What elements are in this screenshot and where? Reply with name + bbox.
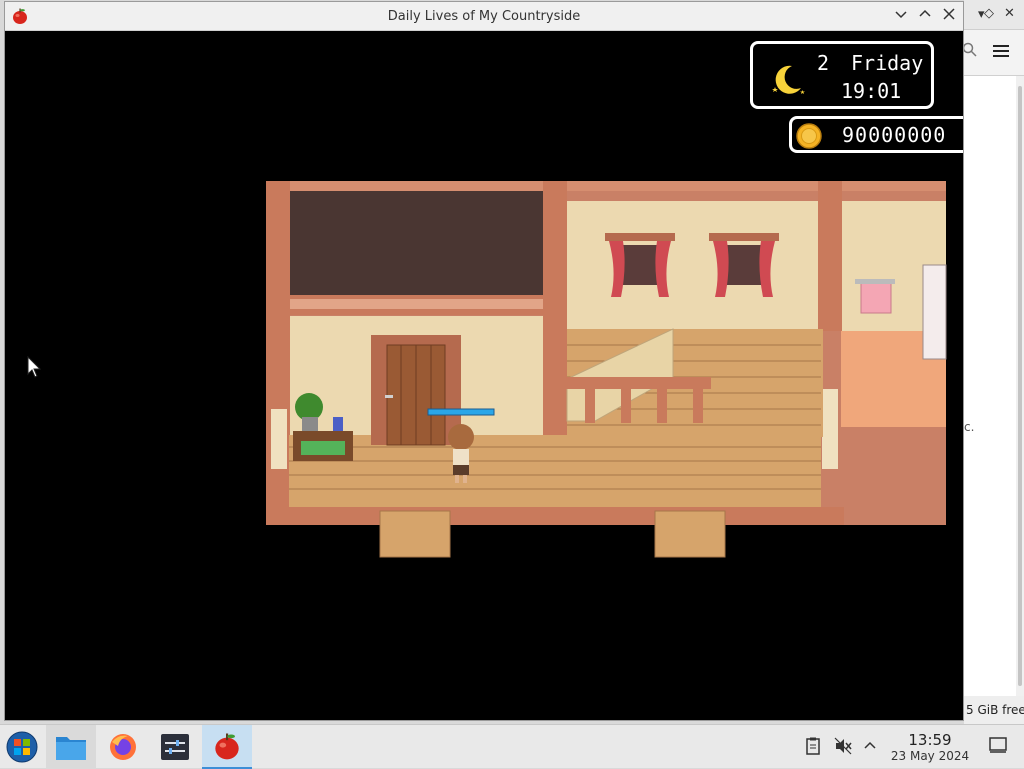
taskbar-clock-time[interactable]: 13:59 <box>888 731 972 749</box>
maximize-button[interactable] <box>915 6 935 26</box>
start-menu-button[interactable] <box>0 725 44 769</box>
game-window: Daily Lives of My Countryside 2 Friday 1… <box>4 1 964 721</box>
close-button[interactable] <box>939 6 959 26</box>
stair-railing <box>565 377 711 389</box>
folder-icon <box>56 737 86 760</box>
taskbar: 13:59 23 May 2024 <box>0 724 1024 769</box>
minimize-button[interactable] <box>891 6 911 26</box>
chevron-down-icon <box>895 11 907 19</box>
center-room-wall <box>565 201 821 329</box>
sink-cabinet <box>922 264 947 360</box>
search-icon[interactable] <box>962 42 978 58</box>
hud-date-time-panel: 2 Friday 19:01 <box>750 41 934 109</box>
player-character-head <box>448 424 474 450</box>
hud-money-amount: 90000000 <box>842 123 947 147</box>
diamond-icon[interactable]: ◇ <box>984 7 994 21</box>
taskbar-game[interactable] <box>202 725 252 769</box>
player-health-bar <box>427 408 495 416</box>
potted-plant <box>295 393 323 421</box>
coin-icon <box>796 123 822 149</box>
hud-day-number: 2 <box>817 51 830 75</box>
volume-muted-icon[interactable] <box>833 737 853 757</box>
hud-clock: 19:01 <box>841 79 902 103</box>
background-app-content: c. <box>964 76 1016 696</box>
hamburger-menu-icon[interactable] <box>992 44 1010 58</box>
pink-towel <box>860 282 892 314</box>
background-app-status: 5 GiB free <box>964 696 1024 724</box>
blue-book <box>333 417 343 431</box>
tray-expand-chevron-icon[interactable] <box>860 737 880 757</box>
mouse-cursor-icon <box>27 356 41 378</box>
hud-money-panel: 90000000 <box>789 116 963 153</box>
close-icon <box>943 8 955 20</box>
sliders-icon <box>161 734 189 760</box>
background-app-fragment-text: c. <box>964 420 975 434</box>
clipboard-icon[interactable] <box>803 737 823 757</box>
background-app-titlebar: ▾ ◇ ✕ <box>964 0 1024 30</box>
background-app-toolbar <box>962 30 1024 76</box>
close-icon[interactable]: ✕ <box>1004 7 1015 21</box>
game-viewport[interactable]: 2 Friday 19:01 90000000 <box>5 31 963 720</box>
apple-icon <box>215 733 239 760</box>
front-steps-left <box>379 510 451 558</box>
firefox-icon <box>110 734 136 760</box>
taskbar-file-manager[interactable] <box>46 725 96 769</box>
taskbar-firefox[interactable] <box>98 725 148 769</box>
start-menu-icon <box>6 731 38 763</box>
hud-weekday: Friday <box>851 51 924 75</box>
wooden-floor <box>289 435 821 507</box>
chevron-up-icon <box>919 9 931 17</box>
window-titlebar[interactable]: Daily Lives of My Countryside <box>5 2 963 31</box>
background-app-scrollbar[interactable] <box>1016 76 1024 696</box>
moon-icon <box>772 65 805 94</box>
player-character-body <box>453 449 469 467</box>
taskbar-clock-date[interactable]: 23 May 2024 <box>888 749 972 763</box>
show-desktop-icon[interactable] <box>988 737 1008 757</box>
scrollbar-thumb[interactable] <box>1018 86 1022 686</box>
window-title: Daily Lives of My Countryside <box>387 9 581 24</box>
dark-ceiling-block <box>287 191 547 295</box>
taskbar-system-settings[interactable] <box>150 725 200 769</box>
background-app-window: ▾ ◇ ✕ c. 5 GiB free <box>962 0 1024 724</box>
front-steps-right <box>654 510 726 558</box>
